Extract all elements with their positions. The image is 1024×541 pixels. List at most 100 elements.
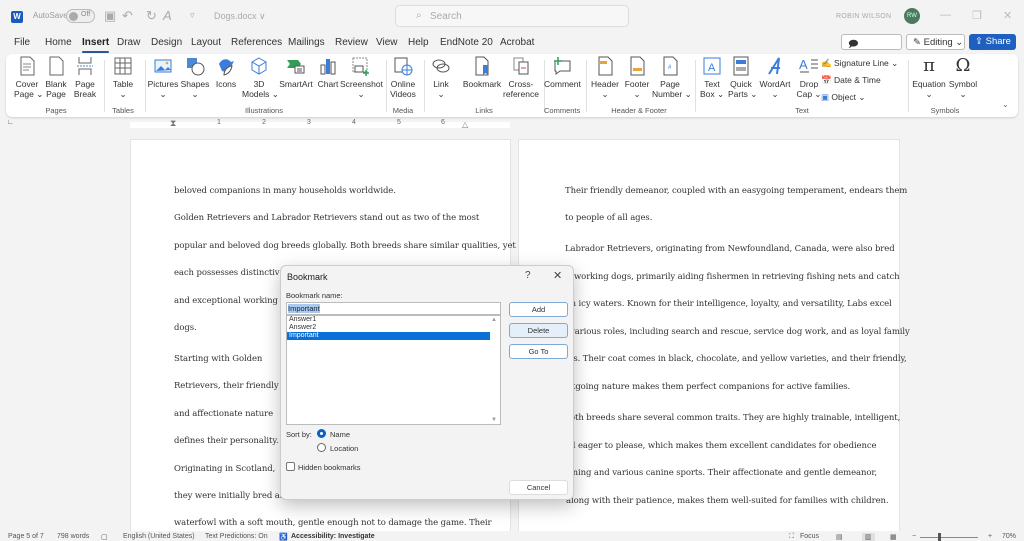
list-item[interactable]: Answer1 <box>287 316 490 324</box>
user-name[interactable]: ROBIN WILSON <box>836 13 891 20</box>
drop-cap-button[interactable]: A Drop Cap ⌄ <box>796 56 822 99</box>
accessibility-status[interactable]: Accessibility: Investigate <box>291 533 375 540</box>
right-indent-marker-icon[interactable]: △ <box>462 120 468 129</box>
list-item[interactable]: Answer2 <box>287 324 490 332</box>
date-time-button[interactable]: 📅 Date & Time <box>821 75 881 86</box>
tab-home[interactable]: Home <box>45 37 72 48</box>
signature-line-button[interactable]: ✍ Signature Line ⌄ <box>821 58 898 69</box>
online-videos-button[interactable]: Online Videos <box>388 56 418 99</box>
equation-button[interactable]: π Equation ⌄ <box>912 56 946 100</box>
bookmark-name-input[interactable]: Important <box>286 302 501 315</box>
zoom-out-button[interactable]: − <box>912 533 916 540</box>
avatar[interactable]: RW <box>904 8 920 24</box>
scroll-up-icon[interactable]: ▲ <box>491 317 497 323</box>
web-layout-icon[interactable]: ▦ <box>890 533 897 541</box>
smartart-button[interactable]: SmartArt <box>278 56 314 89</box>
word-count[interactable]: 798 words <box>57 533 89 540</box>
tab-review[interactable]: Review <box>335 37 368 48</box>
delete-button[interactable]: Delete <box>509 323 568 338</box>
tab-file[interactable]: File <box>14 37 30 48</box>
document-name[interactable]: Dogs.docx ∨ <box>214 11 266 22</box>
header-label: Header ⌄ <box>591 79 619 99</box>
quick-parts-button[interactable]: Quick Parts ⌄ <box>728 56 757 99</box>
footer-button[interactable]: Footer ⌄ <box>622 56 652 99</box>
page-number-button[interactable]: # Page Number ⌄ <box>652 56 692 99</box>
page-count[interactable]: Page 5 of 7 <box>8 533 44 540</box>
hidden-bookmarks-checkbox[interactable] <box>286 462 295 471</box>
screenshot-button[interactable]: Screenshot ⌄ <box>340 56 383 99</box>
tab-mailings[interactable]: Mailings <box>288 37 325 48</box>
tab-acrobat[interactable]: Acrobat <box>500 37 534 48</box>
text-line: working dogs, primarily aiding fishermen… <box>574 272 900 282</box>
scroll-down-icon[interactable]: ▼ <box>491 417 497 423</box>
cover-page-label: Cover Page ⌄ <box>14 79 44 99</box>
autosave-toggle[interactable]: Off <box>66 9 95 23</box>
minimize-icon[interactable]: — <box>940 9 951 21</box>
format-painter-icon[interactable]: A <box>163 8 172 23</box>
link-button[interactable]: Link ⌄ <box>430 56 452 99</box>
restore-icon[interactable]: ❐ <box>972 9 982 22</box>
proofing-icon[interactable]: ▢ <box>101 533 108 541</box>
save-icon[interactable]: ▣ <box>104 8 116 24</box>
close-icon[interactable]: ✕ <box>1003 9 1012 22</box>
tab-references[interactable]: References <box>231 37 282 48</box>
pictures-button[interactable]: Pictures ⌄ <box>147 56 179 99</box>
bookmark-list[interactable]: Answer1 Answer2 Important ▲ ▼ <box>286 315 501 425</box>
blank-page-button[interactable]: Blank Page <box>43 56 69 99</box>
list-item-selected[interactable]: Important <box>287 332 490 340</box>
cover-page-button[interactable]: Cover Page ⌄ <box>14 56 44 99</box>
print-layout-icon[interactable]: ▥ <box>862 533 875 541</box>
shapes-button[interactable]: Shapes ⌄ <box>179 56 211 99</box>
dialog-close-button[interactable]: ✕ <box>553 269 562 282</box>
zoom-level[interactable]: 70% <box>1002 533 1016 540</box>
header-button[interactable]: Header ⌄ <box>590 56 620 99</box>
add-button[interactable]: Add <box>509 302 568 317</box>
icons-button[interactable]: Icons <box>213 56 239 89</box>
indent-marker-icon[interactable]: ⧗ <box>170 118 176 129</box>
tab-design[interactable]: Design <box>151 37 182 48</box>
new-comment-button[interactable]: Comment <box>544 56 581 89</box>
horizontal-ruler[interactable] <box>130 122 510 128</box>
3d-models-button[interactable]: 3D Models ⌄ <box>242 56 279 99</box>
cancel-button[interactable]: Cancel <box>509 480 568 495</box>
zoom-slider-thumb[interactable] <box>938 533 942 541</box>
text-line: various roles, including search and resc… <box>570 327 910 337</box>
read-mode-icon[interactable]: ▤ <box>836 533 843 541</box>
search-box[interactable]: ⌕ Search <box>395 5 629 27</box>
search-placeholder: Search <box>430 11 462 22</box>
customize-qat-icon[interactable]: ▿ <box>190 10 195 21</box>
language[interactable]: English (United States) <box>123 533 195 540</box>
tab-endnote[interactable]: EndNote 20 <box>440 37 493 48</box>
tab-view[interactable]: View <box>376 37 398 48</box>
share-button[interactable]: ⇪ Share ⌄ <box>969 34 1016 58</box>
help-button[interactable]: ? <box>525 270 531 281</box>
page-break-icon <box>77 57 93 75</box>
text-predictions[interactable]: Text Predictions: On <box>205 533 268 540</box>
object-button[interactable]: ▣ Object ⌄ <box>821 92 865 103</box>
go-to-button[interactable]: Go To <box>509 344 568 359</box>
tab-draw[interactable]: Draw <box>117 37 140 48</box>
collapse-ribbon-icon[interactable]: ⌄ <box>1002 100 1009 109</box>
cross-reference-button[interactable]: Cross- reference <box>502 56 540 99</box>
zoom-slider[interactable] <box>920 537 978 538</box>
comments-button[interactable]: 🗩 Comments <box>841 34 902 64</box>
tab-layout[interactable]: Layout <box>191 37 221 48</box>
focus-mode-button[interactable]: Focus <box>800 533 819 540</box>
page-break-button[interactable]: Page Break <box>72 56 98 99</box>
redo-icon[interactable]: ↻ <box>146 8 157 24</box>
editing-mode-button[interactable]: ✎ Editing ⌄ <box>906 34 965 50</box>
undo-icon[interactable]: ↶ <box>122 8 133 24</box>
zoom-in-button[interactable]: + <box>988 533 992 540</box>
table-button[interactable]: Table ⌄ <box>110 56 136 99</box>
tab-help[interactable]: Help <box>408 37 429 48</box>
bookmark-button[interactable]: Bookmark <box>462 56 502 89</box>
text-line: dogs. <box>174 323 197 333</box>
chart-button[interactable]: Chart <box>316 56 340 89</box>
tab-insert[interactable]: Insert <box>82 37 110 53</box>
sort-name-radio[interactable] <box>317 429 326 438</box>
symbol-button[interactable]: Ω Symbol ⌄ <box>948 56 978 100</box>
sort-location-radio[interactable] <box>317 443 326 452</box>
text-box-button[interactable]: A Text Box ⌄ <box>700 56 724 99</box>
tab-selector-icon[interactable]: ∟ <box>7 119 14 126</box>
wordart-button[interactable]: WordArt ⌄ <box>758 56 792 99</box>
